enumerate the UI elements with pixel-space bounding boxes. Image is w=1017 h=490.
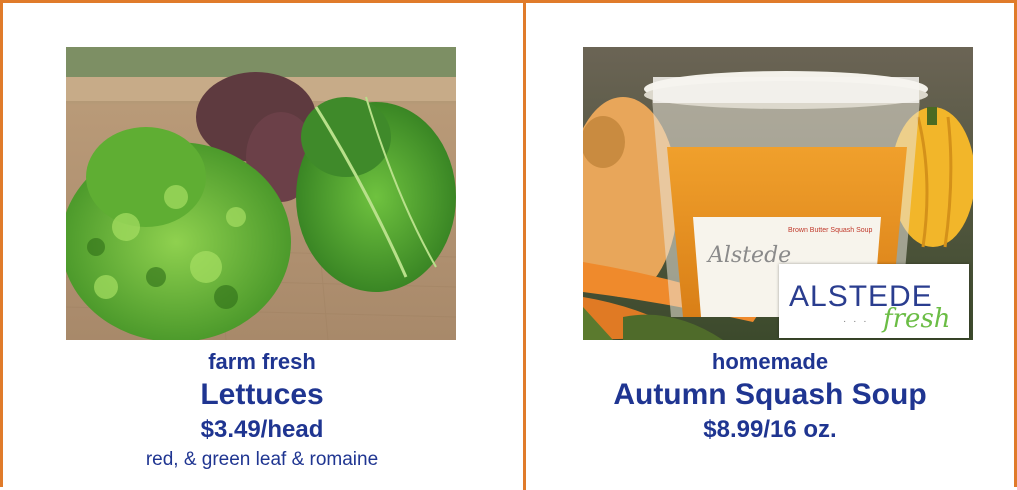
lettuces-image [66, 47, 456, 340]
soup-photo[interactable]: Alstede Brown Butter Squash Soup ALSTEDE… [583, 47, 973, 340]
product-card-lettuces[interactable]: farm fresh Lettuces $3.49/head red, & gr… [3, 3, 521, 490]
product-tagline: homemade [711, 349, 829, 374]
product-description: red, & green leaf & romaine [145, 449, 379, 470]
lettuces-photo[interactable] [66, 47, 456, 340]
product-price: $8.99/16 oz. [703, 416, 837, 443]
product-price: $3.49/head [200, 416, 324, 443]
product-card-soup[interactable]: Alstede Brown Butter Squash Soup ALSTEDE… [526, 3, 1014, 490]
alstede-fresh-logo: ALSTEDE · · · fresh [779, 264, 969, 338]
logo-script-text: fresh [883, 304, 951, 334]
svg-text:Brown Butter Squash Soup: Brown Butter Squash Soup [788, 227, 873, 234]
soup-info: homemade Autumn Squash Soup $8.99/16 oz. [526, 348, 1014, 446]
logo-dots-icon: · · · [843, 316, 869, 327]
product-name[interactable]: Autumn Squash Soup [526, 376, 1014, 414]
product-name[interactable]: Lettuces [3, 376, 521, 414]
product-grid: farm fresh Lettuces $3.49/head red, & gr… [0, 0, 1017, 490]
product-tagline: farm fresh [208, 349, 316, 374]
lettuces-info: farm fresh Lettuces $3.49/head red, & gr… [3, 348, 521, 474]
